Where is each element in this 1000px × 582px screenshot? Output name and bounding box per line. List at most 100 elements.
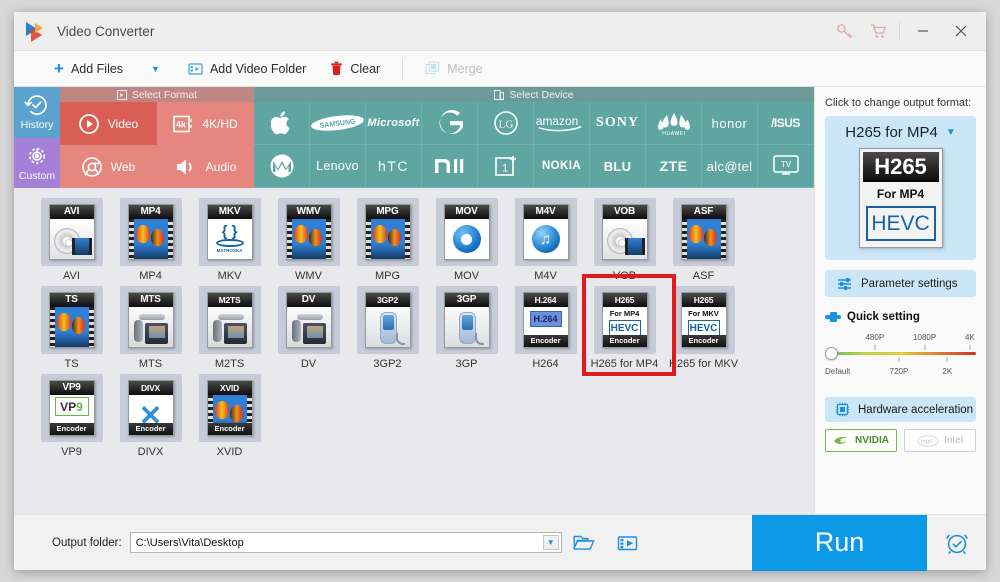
format-tab-audio[interactable]: Audio (157, 145, 254, 188)
format-icon-art (365, 307, 410, 347)
format-icon-badge: 3GP2 (365, 293, 410, 307)
device-tab-huawei[interactable]: HUAWEI (646, 102, 702, 145)
output-folder-dropdown-icon[interactable]: ▼ (542, 535, 559, 550)
format-item-mts[interactable]: MTS MTS (111, 286, 190, 370)
device-tab-htc[interactable]: hTC (366, 145, 422, 188)
device-tab-honor[interactable]: honor (702, 102, 758, 145)
output-icon-badge: H265 (862, 152, 939, 182)
format-item-m4v[interactable]: M4V ♫ M4V (506, 198, 585, 282)
alarm-clock-icon[interactable] (927, 530, 986, 556)
format-item-vp9[interactable]: VP9 VP 9 Encoder VP9 (32, 374, 111, 458)
format-tabs: Video 4k 4K/HD Web Audio (60, 102, 254, 188)
hardware-acceleration-button[interactable]: Hardware acceleration (825, 397, 976, 422)
run-button[interactable]: Run (752, 514, 927, 571)
device-tab-amazon[interactable]: amazon (534, 102, 590, 145)
format-item-asf[interactable]: ASF ASF (664, 198, 743, 282)
format-icon: WMV (285, 204, 332, 260)
device-tab-mi[interactable] (422, 145, 478, 188)
device-tab-apple[interactable] (254, 102, 310, 145)
format-item-divx[interactable]: DIVX ✕ Encoder DIVX (111, 374, 190, 458)
output-format-selector[interactable]: H265 for MP4 ▼ (833, 124, 968, 141)
chevron-down-icon[interactable]: ▼ (946, 127, 956, 138)
format-item-3gp2[interactable]: 3GP2 3GP2 (348, 286, 427, 370)
format-item-avi[interactable]: AVI AVI (32, 198, 111, 282)
format-item-label: WMV (295, 270, 322, 282)
format-thumb: H265 For MP4 HEVC Encoder (593, 286, 656, 354)
device-tab-microsoft[interactable]: Microsoft (366, 102, 422, 145)
device-tab-lenovo[interactable]: Lenovo (310, 145, 366, 188)
slider-label-2k: 2K (942, 367, 953, 376)
select-device-label: Select Device (509, 88, 574, 101)
cart-icon[interactable] (861, 14, 895, 48)
output-format-box[interactable]: H265 for MP4 ▼ H265 For MP4 HEVC (825, 116, 976, 260)
merge-icon (425, 61, 440, 76)
add-files-dropdown-icon[interactable]: ▼ (135, 64, 176, 74)
quality-slider[interactable]: 480P 1080P 4K Default 720P 2K (825, 333, 976, 379)
format-item-label: H265 for MP4 (590, 358, 659, 370)
format-item-mkv[interactable]: MKV{ } MATROSKA MKV (190, 198, 269, 282)
merge-button[interactable]: Merge (413, 51, 494, 86)
format-item-h265-for-mp4[interactable]: H265 For MP4 HEVC Encoder H265 for MP4 (585, 286, 664, 370)
amazon-logo-icon: amazon (536, 114, 582, 132)
minimize-button[interactable] (904, 12, 942, 50)
format-tab-web[interactable]: Web (60, 145, 157, 188)
output-icon-sub: For MP4 (876, 187, 925, 201)
device-tab-1-[interactable]: 1 (478, 145, 534, 188)
svg-text:TV: TV (780, 160, 791, 169)
format-item-label: MKV (217, 270, 242, 282)
device-tab-blu[interactable]: BLU (590, 145, 646, 188)
format-item-mpg[interactable]: MPG MPG (348, 198, 427, 282)
format-item-m2ts[interactable]: M2TS M2TS (190, 286, 269, 370)
select-format-header: Select Format (60, 87, 254, 102)
clear-button[interactable]: Clear (318, 51, 392, 86)
format-tab-4khd-label: 4K/HD (202, 116, 238, 131)
device-tab-nokia[interactable]: NOKIA (534, 145, 590, 188)
device-tab-motorola[interactable] (254, 145, 310, 188)
device-tab-tv[interactable]: TV (758, 145, 814, 188)
add-video-folder-button[interactable]: Add Video Folder (176, 51, 318, 86)
add-files-button[interactable]: + Add Files (14, 51, 135, 86)
format-tab-4khd[interactable]: 4k 4K/HD (157, 102, 254, 145)
device-tab-alcatel[interactable]: alc@tel (702, 145, 758, 188)
format-item-h265-for-mkv[interactable]: H265 For MKV HEVC Encoder H265 for MKV (664, 286, 743, 370)
format-item-mp4[interactable]: MP4 MP4 (111, 198, 190, 282)
format-item-ts[interactable]: TS TS (32, 286, 111, 370)
device-tab-g[interactable] (422, 102, 478, 145)
format-icon-art: VP 9 Encoder (49, 395, 94, 435)
intel-chip[interactable]: intel Intel (904, 429, 976, 452)
format-tab-video[interactable]: Video (60, 102, 157, 145)
sidebar-item-custom[interactable]: Custom (14, 137, 60, 188)
format-icon: MTS (127, 292, 174, 348)
video-folder-icon[interactable] (606, 534, 650, 552)
format-item-xvid[interactable]: XVID Encoder XVID (190, 374, 269, 458)
key-icon[interactable] (827, 14, 861, 48)
format-item-mov[interactable]: MOV MOV (427, 198, 506, 282)
slider-track[interactable] (827, 352, 976, 355)
format-item-wmv[interactable]: WMV WMV (269, 198, 348, 282)
format-icon-art (49, 307, 94, 347)
device-tab-sony[interactable]: SONY (590, 102, 646, 145)
close-button[interactable] (942, 12, 980, 50)
parameter-settings-button[interactable]: Parameter settings (825, 270, 976, 297)
format-item-dv[interactable]: DV DV (269, 286, 348, 370)
device-tab-samsung[interactable]: SAMSUNG (310, 102, 366, 145)
device-tab-lg[interactable]: LG (478, 102, 534, 145)
sidebar-item-history[interactable]: History (14, 87, 60, 138)
microsoft-logo-icon: Microsoft (367, 117, 420, 129)
format-item-3gp[interactable]: 3GP 3GP (427, 286, 506, 370)
trash-icon (330, 61, 343, 76)
format-icon: ASF (680, 204, 727, 260)
output-folder-input[interactable]: C:\Users\Vita\Desktop ▼ (129, 532, 562, 553)
format-item-h264[interactable]: H.264 H.264 Encoder H264 (506, 286, 585, 370)
format-tab-video-label: Video (107, 116, 139, 131)
device-tab-asus[interactable]: /ISUS (758, 102, 814, 145)
device-tab-zte[interactable]: ZTE (646, 145, 702, 188)
format-item-label: TS (64, 358, 79, 370)
format-item-label: H264 (532, 358, 559, 370)
nvidia-chip[interactable]: NVIDIA (825, 429, 897, 452)
format-item-vob[interactable]: VOB VOB (585, 198, 664, 282)
format-icon: DIVX ✕ Encoder (127, 380, 174, 436)
format-icon-art (444, 219, 489, 259)
open-folder-icon[interactable] (562, 534, 606, 552)
sidebar-item-custom-label: Custom (18, 169, 56, 182)
